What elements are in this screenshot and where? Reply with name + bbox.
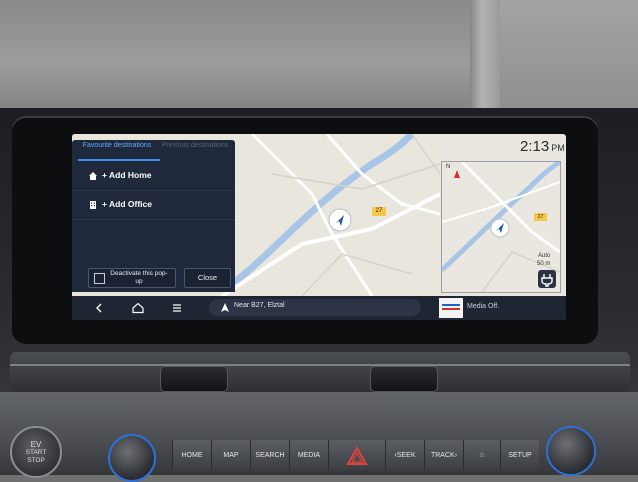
ev-start-stop-button[interactable]: EV START STOP: [10, 426, 62, 478]
add-office-label: + Add Office: [102, 199, 152, 209]
console-favourite-button[interactable]: ☆: [463, 440, 500, 470]
background-wall: [0, 0, 638, 118]
plug-icon: [541, 274, 553, 287]
console-media-button[interactable]: MEDIA: [289, 440, 328, 470]
mini-map[interactable]: N 27 Auto 50 m: [441, 161, 561, 293]
add-home-label: + Add Home: [102, 170, 152, 180]
bottom-nav-bar: Near B27, Elztal Media Off.: [72, 296, 566, 320]
hazard-triangle-icon: [346, 445, 368, 465]
console-map-button[interactable]: MAP: [211, 440, 250, 470]
infotainment-screen: 27 N 27 Auto 50 m 2:13 PM Favourite desti…: [72, 134, 566, 320]
stop-label: STOP: [27, 457, 45, 464]
mini-road-badge: 27: [534, 213, 547, 221]
media-status[interactable]: Media Off.: [467, 303, 499, 310]
clock-ampm: PM: [551, 143, 565, 153]
deactivate-label: Deactivate this pop-up: [110, 270, 168, 285]
location-text: Near B27, Elztal: [234, 302, 285, 309]
favourite-destinations-popup: Favourite destinations Previous destinat…: [72, 140, 235, 292]
console-home-button[interactable]: HOME: [172, 440, 211, 470]
office-icon: [90, 201, 96, 209]
active-tab-indicator: [78, 159, 160, 161]
start-label: START: [25, 449, 47, 456]
status-clock: 2:13 PM: [520, 138, 565, 155]
ev-label: EV: [30, 440, 42, 449]
air-vent-right[interactable]: [370, 366, 438, 392]
popup-tabs: Favourite destinations Previous destinat…: [72, 140, 235, 161]
map-scale: 50 m: [537, 261, 551, 267]
clock-time: 2:13: [520, 138, 550, 155]
chevron-left-icon[interactable]: [92, 301, 106, 315]
console-seek-button[interactable]: ‹SEEK: [385, 440, 424, 470]
deactivate-popup-toggle[interactable]: Deactivate this pop-up: [88, 268, 176, 288]
dashboard-trim: [10, 352, 630, 392]
road-badge: 27: [372, 207, 386, 216]
air-vent-left[interactable]: [160, 366, 228, 392]
current-location-pill[interactable]: Near B27, Elztal: [209, 299, 421, 316]
console-search-button[interactable]: SEARCH: [250, 440, 289, 470]
tune-knob[interactable]: [546, 426, 596, 476]
media-source-logo: [439, 298, 463, 318]
add-office-item[interactable]: + Add Office: [72, 191, 235, 220]
close-button[interactable]: Close: [184, 268, 231, 288]
tab-previous-destinations[interactable]: Previous destinations: [160, 142, 230, 149]
home-outline-icon[interactable]: [131, 301, 145, 315]
add-home-item[interactable]: + Add Home: [72, 162, 235, 191]
home-icon: [89, 172, 97, 180]
compass-north: N: [446, 164, 451, 170]
tab-favourite-destinations[interactable]: Favourite destinations: [82, 142, 152, 149]
menu-icon[interactable]: [170, 301, 184, 315]
deactivate-checkbox[interactable]: [94, 273, 105, 284]
wall-panel: [500, 0, 638, 118]
navigation-arrow-icon: [221, 303, 229, 312]
wall-pillar: [470, 0, 500, 118]
zoom-mode: Auto: [538, 253, 551, 259]
charging-station-button[interactable]: [538, 270, 556, 288]
compass-needle-icon: [454, 170, 460, 178]
console-track-button[interactable]: TRACK›: [424, 440, 463, 470]
console-setup-button[interactable]: SETUP: [500, 440, 539, 470]
hazard-button[interactable]: [328, 440, 385, 470]
